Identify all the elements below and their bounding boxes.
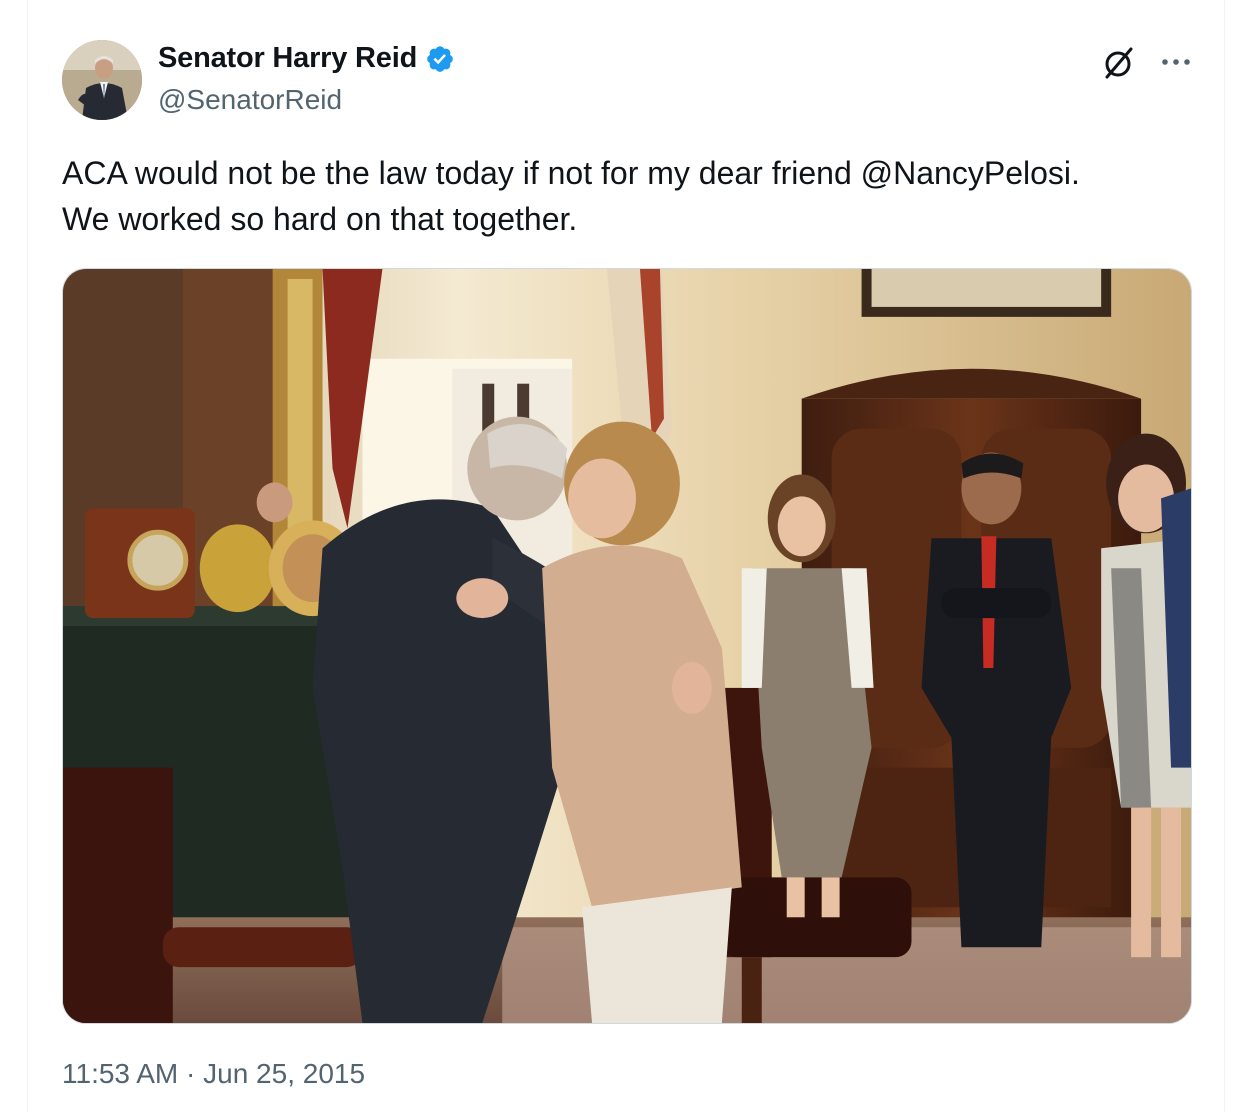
tweet-photo[interactable] <box>62 268 1192 1024</box>
tweet-card: Senator Harry Reid @SenatorReid ACA woul… <box>27 0 1225 1112</box>
tweet-date[interactable]: Jun 25, 2015 <box>203 1058 365 1089</box>
verified-badge-icon[interactable] <box>425 44 455 74</box>
tweet-timestamp: 11:53 AM · Jun 25, 2015 <box>62 1058 365 1090</box>
author-display-name[interactable]: Senator Harry Reid <box>158 42 417 75</box>
tweet-time[interactable]: 11:53 AM <box>62 1058 178 1089</box>
timestamp-separator: · <box>178 1058 204 1089</box>
more-horizontal-icon[interactable] <box>1156 44 1196 80</box>
avatar-image <box>62 40 142 120</box>
author-handle[interactable]: @SenatorReid <box>158 84 342 116</box>
author-name-row: Senator Harry Reid <box>158 42 455 75</box>
avatar[interactable] <box>62 40 142 120</box>
grok-icon[interactable] <box>1100 44 1138 82</box>
tweet-text: ACA would not be the law today if not fo… <box>62 155 1080 237</box>
photo-hug-in-office <box>63 269 1191 1023</box>
